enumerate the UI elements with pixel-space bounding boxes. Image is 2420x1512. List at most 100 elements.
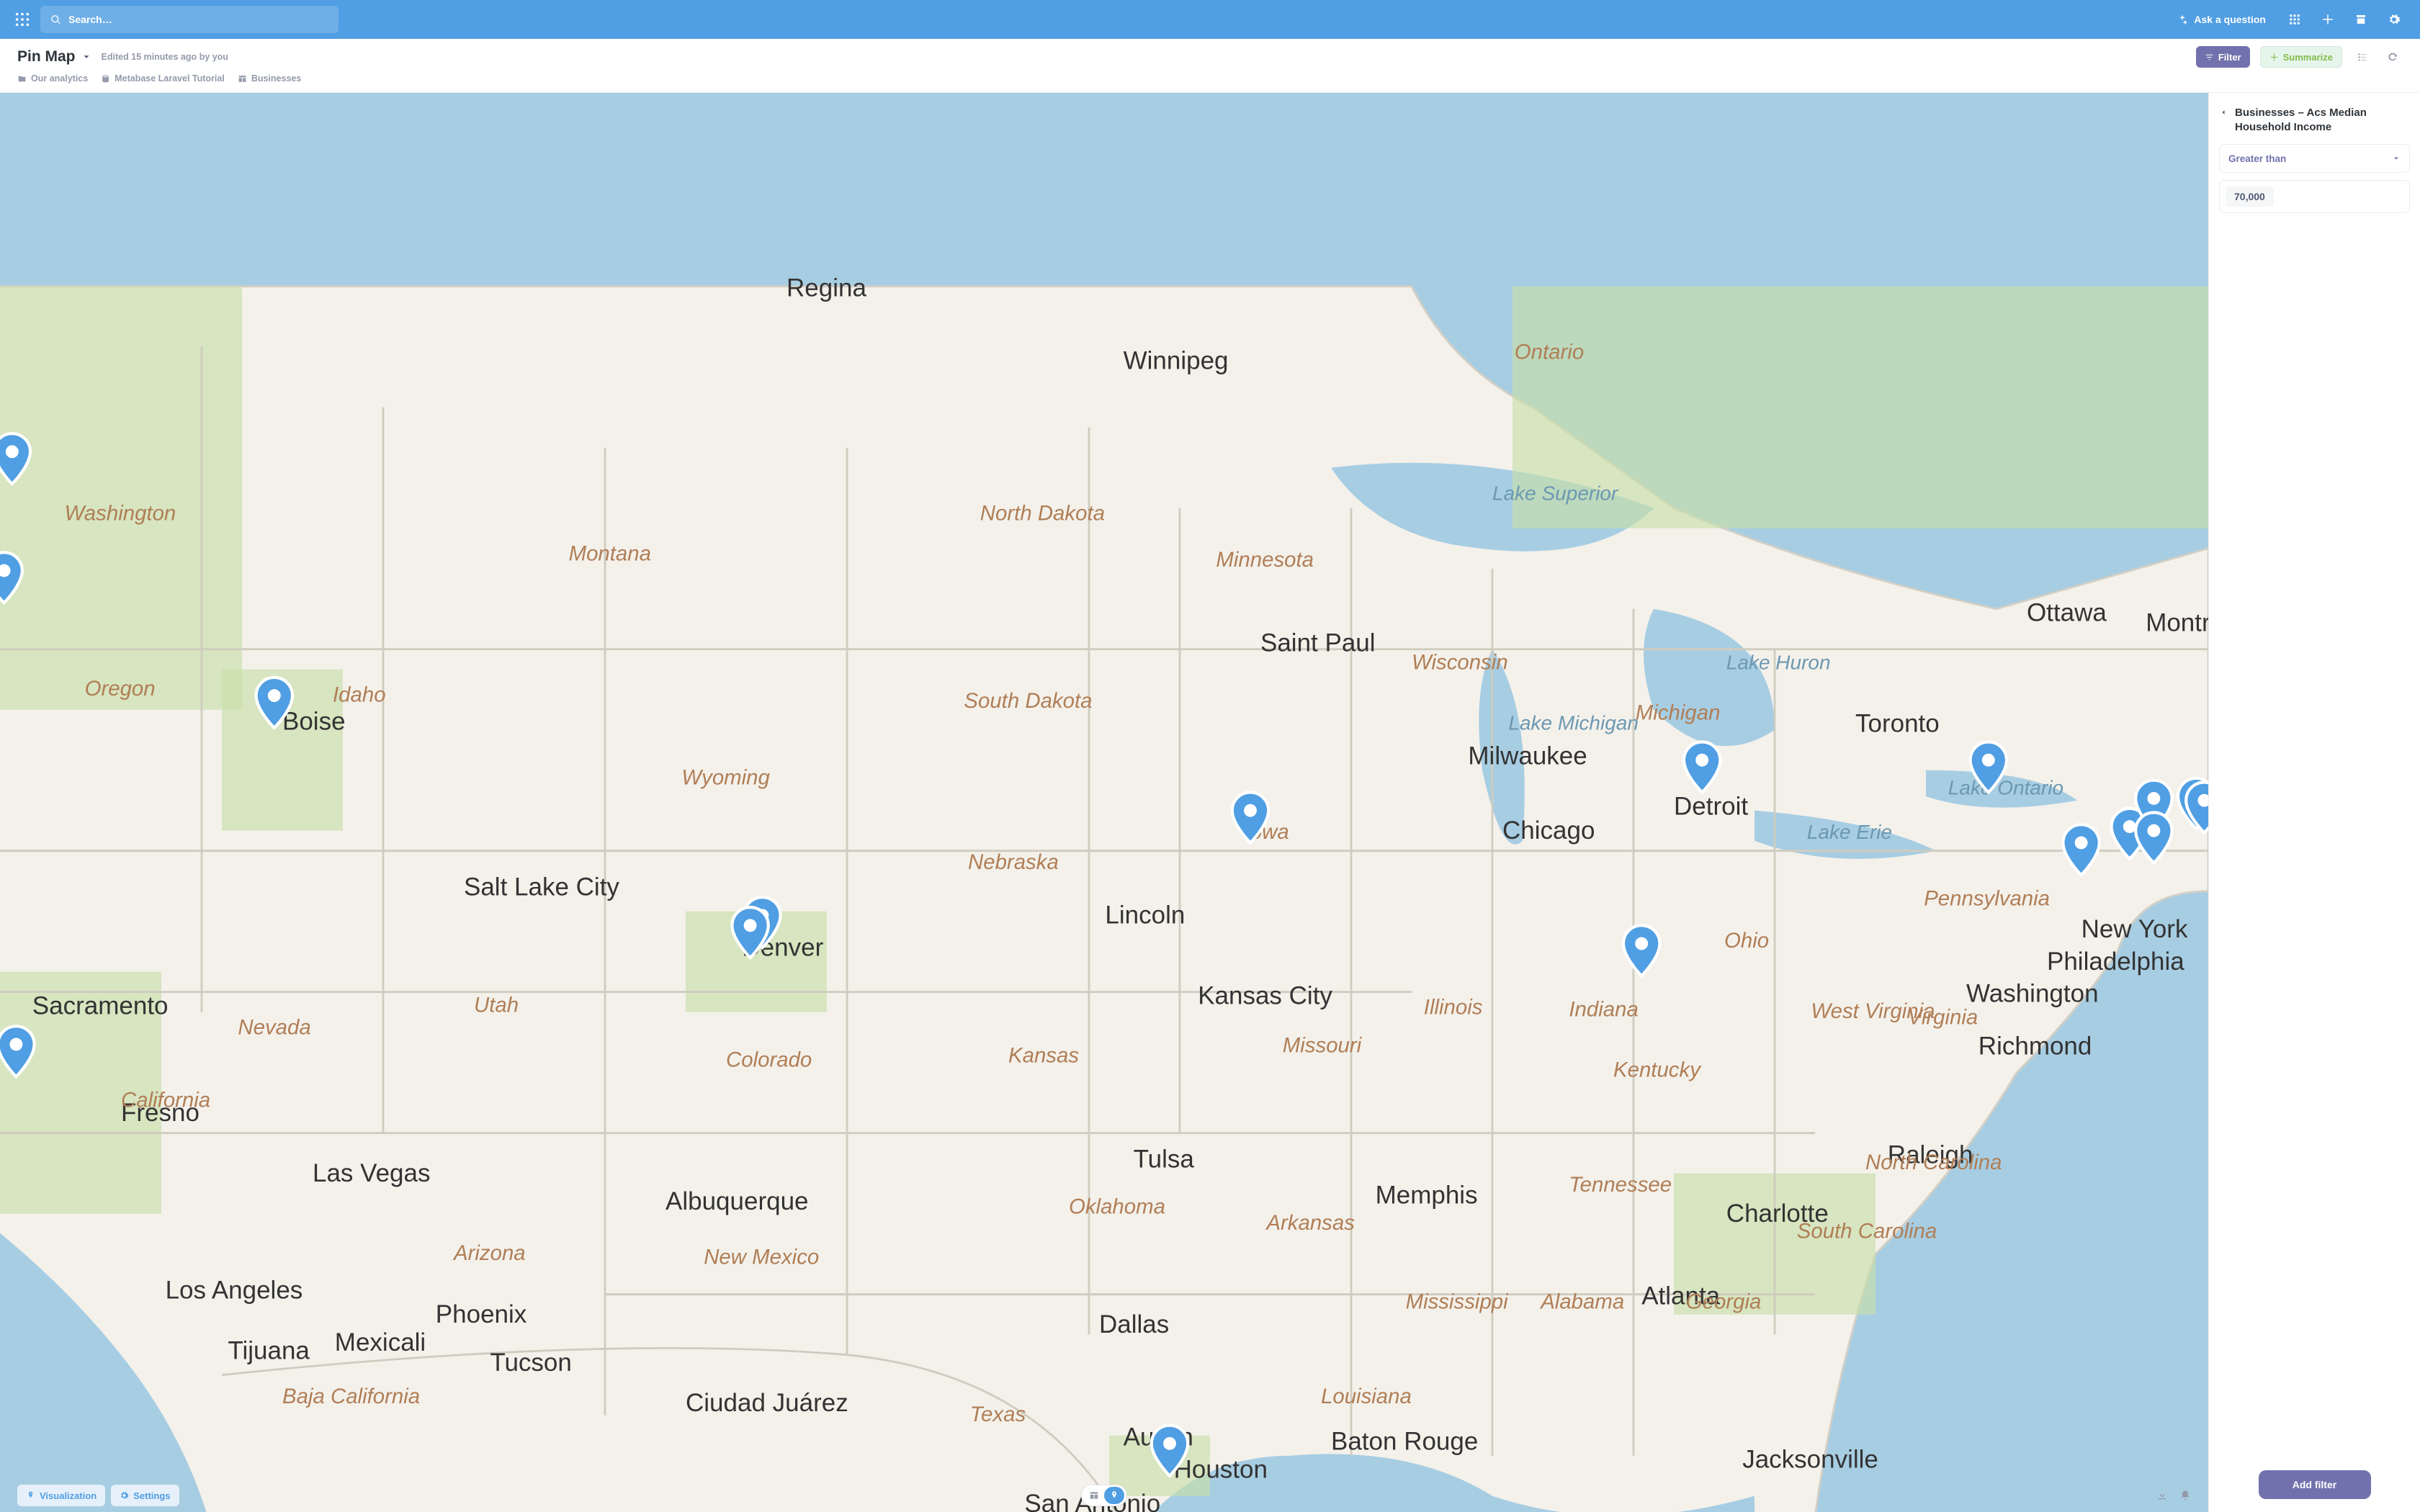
map-label: Montana xyxy=(569,542,651,566)
plus-icon xyxy=(2321,13,2334,26)
filter-operator-select[interactable]: Greater than xyxy=(2219,144,2410,173)
viz-settings-button[interactable]: Settings xyxy=(111,1485,179,1506)
visualization-type-button[interactable]: Visualization xyxy=(17,1485,105,1506)
map-label: Kansas City xyxy=(1198,982,1332,1010)
grid-icon xyxy=(2288,13,2301,26)
archive-icon xyxy=(2354,13,2367,26)
summarize-button-label: Summarize xyxy=(2283,52,2333,63)
filter-icon xyxy=(2205,53,2214,62)
bell-icon[interactable] xyxy=(2179,1490,2191,1501)
refresh-button[interactable] xyxy=(2383,47,2403,67)
map-label: Georgia xyxy=(1686,1290,1762,1313)
add-filter-button[interactable]: Add filter xyxy=(2259,1470,2371,1499)
map-label: Lake Ontario xyxy=(1948,776,2063,798)
map-label: Boise xyxy=(282,708,346,736)
breadcrumb-table[interactable]: Businesses xyxy=(238,73,301,84)
breadcrumb: Our analytics Metabase Laravel Tutorial … xyxy=(17,68,2403,92)
download-icon[interactable] xyxy=(2156,1490,2168,1501)
map-label: Oklahoma xyxy=(1069,1195,1165,1219)
global-search[interactable] xyxy=(40,6,339,33)
table-icon xyxy=(238,74,247,84)
question-title-block[interactable]: Pin Map xyxy=(17,48,91,66)
map-label: Alabama xyxy=(1539,1290,1624,1313)
map-label: Tijuana xyxy=(228,1336,310,1364)
breadcrumb-database-label: Metabase Laravel Tutorial xyxy=(115,73,225,84)
gear-icon xyxy=(2388,13,2401,26)
map-label: Ontario xyxy=(1515,340,1584,364)
map-label: Idaho xyxy=(333,683,386,707)
map-label: Lake Michigan xyxy=(1508,712,1639,734)
settings-label: Settings xyxy=(133,1490,170,1501)
map-label: Phoenix xyxy=(436,1300,527,1328)
breadcrumb-collection-label: Our analytics xyxy=(31,73,88,84)
map-label: Washington xyxy=(1966,980,2099,1008)
filter-panel: Businesses – Acs Median Household Income… xyxy=(2208,93,2420,1512)
map-label: Winnipeg xyxy=(1124,347,1229,375)
map-label: Toronto xyxy=(1855,710,1940,738)
view-mode-toggle xyxy=(1081,1485,1127,1506)
map-label: Louisiana xyxy=(1321,1385,1412,1408)
folder-icon xyxy=(17,74,27,84)
question-title: Pin Map xyxy=(17,48,76,66)
map-label: South Carolina xyxy=(1797,1219,1937,1243)
map-visualization[interactable]: ReginaWinnipegOttawaMontréalTorontoMilwa… xyxy=(0,93,2208,1512)
map-label: Ohio xyxy=(1724,929,1769,953)
ask-question-button[interactable]: Ask a question xyxy=(2169,8,2273,31)
breadcrumb-collection[interactable]: Our analytics xyxy=(17,73,88,84)
plus-star-icon xyxy=(2177,14,2188,25)
map-label: Ottawa xyxy=(2027,599,2107,627)
map-label: Memphis xyxy=(1376,1182,1478,1210)
map-label: North Dakota xyxy=(980,502,1105,526)
map-label: Las Vegas xyxy=(313,1159,430,1187)
map-label: Nevada xyxy=(238,1016,310,1040)
edit-meta: Edited 15 minutes ago by you xyxy=(102,52,228,62)
notebook-editor-button[interactable] xyxy=(2352,47,2372,67)
filter-back-button[interactable] xyxy=(2219,106,2228,120)
breadcrumb-table-label: Businesses xyxy=(251,73,301,84)
map-label: New Mexico xyxy=(704,1246,819,1269)
table-view-toggle[interactable] xyxy=(1084,1487,1104,1504)
create-new-button[interactable] xyxy=(2316,8,2339,31)
archive-button[interactable] xyxy=(2349,8,2372,31)
map-label: Los Angeles xyxy=(166,1276,303,1304)
map-label: Chicago xyxy=(1502,816,1595,845)
pin-icon xyxy=(1109,1490,1119,1500)
pin-icon xyxy=(26,1490,35,1500)
map-label: Nebraska xyxy=(968,850,1059,874)
map-label: Washington xyxy=(65,502,176,526)
metabase-logo-icon[interactable] xyxy=(14,12,30,27)
map-label: North Carolina xyxy=(1865,1151,2002,1174)
search-input[interactable] xyxy=(68,14,328,25)
summarize-button[interactable]: Summarize xyxy=(2260,46,2342,68)
map-label: Indiana xyxy=(1569,997,1638,1021)
map-label: Illinois xyxy=(1424,996,1483,1020)
table-icon xyxy=(1089,1490,1099,1500)
filter-button[interactable]: Filter xyxy=(2196,46,2250,68)
filter-value-box[interactable]: 70,000 xyxy=(2219,180,2410,213)
chart-view-toggle[interactable] xyxy=(1104,1487,1124,1504)
map-label: Jacksonville xyxy=(1742,1446,1878,1474)
map-label: Pennsylvania xyxy=(1924,886,2050,910)
map-label: Tucson xyxy=(490,1349,571,1377)
app-header: Ask a question xyxy=(0,0,2420,39)
map-label: New York xyxy=(2081,915,2188,943)
map-label: Michigan xyxy=(1636,701,1721,725)
chevron-down-icon xyxy=(81,52,91,62)
settings-gear-button[interactable] xyxy=(2383,8,2406,31)
map-label: Kentucky xyxy=(1613,1058,1702,1081)
map-label: Saint Paul xyxy=(1260,629,1376,657)
map-label: Lake Superior xyxy=(1492,482,1619,505)
filter-operator-value: Greater than xyxy=(2228,153,2286,164)
map-label: West Virginia xyxy=(1811,999,1935,1023)
map-label: Milwaukee xyxy=(1468,742,1587,770)
apps-grid-button[interactable] xyxy=(2283,8,2306,31)
map-label: Montréal xyxy=(2146,609,2208,637)
chevron-down-icon xyxy=(2392,154,2401,163)
filter-column-title: Businesses – Acs Median Household Income xyxy=(2235,106,2410,134)
filter-value-chip[interactable]: 70,000 xyxy=(2226,186,2274,207)
map-label: Sacramento xyxy=(32,992,169,1020)
map-label: South Dakota xyxy=(964,689,1092,713)
map-label: Albuquerque xyxy=(666,1187,809,1215)
map-label: Utah xyxy=(474,994,519,1017)
breadcrumb-database[interactable]: Metabase Laravel Tutorial xyxy=(101,73,225,84)
